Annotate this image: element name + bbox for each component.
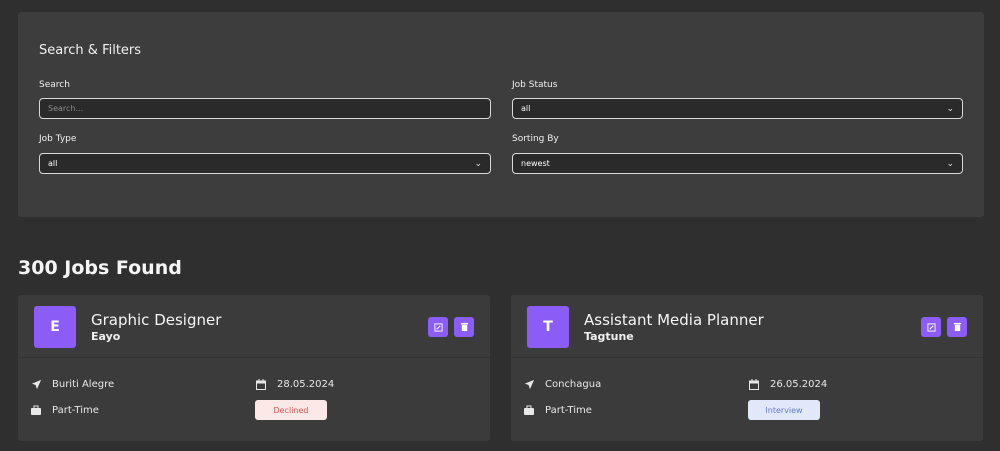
chevron-down-icon: ⌄ (946, 158, 954, 169)
job-company: Eayo (91, 330, 121, 343)
search-label: Search (39, 80, 70, 90)
chevron-down-icon: ⌄ (474, 158, 482, 169)
job-date: 28.05.2024 (255, 378, 334, 390)
location-text: Buriti Alegre (52, 378, 115, 390)
calendar-icon (255, 378, 267, 390)
job-company: Tagtune (584, 330, 634, 343)
job-type-text: Part-Time (545, 404, 592, 416)
job-status-value: all (521, 104, 531, 113)
briefcase-icon (523, 404, 535, 416)
job-status-select[interactable]: all ⌄ (512, 98, 963, 119)
job-date: 26.05.2024 (748, 378, 827, 390)
job-type: Part-Time (30, 404, 99, 416)
job-location: Conchagua (523, 378, 601, 390)
location-text: Conchagua (545, 378, 602, 390)
status-badge: Declined (255, 400, 327, 420)
edit-icon (926, 322, 936, 332)
location-arrow-icon (523, 378, 535, 390)
edit-button[interactable] (921, 317, 941, 337)
job-type-value: all (48, 159, 58, 168)
job-type: Part-Time (523, 404, 592, 416)
trash-icon (953, 322, 961, 332)
job-card: E Graphic Designer Eayo Buriti Alegre Pa… (18, 295, 490, 441)
sorting-select[interactable]: newest ⌄ (512, 153, 963, 174)
location-arrow-icon (30, 378, 42, 390)
calendar-icon (748, 378, 760, 390)
job-location: Buriti Alegre (30, 378, 114, 390)
jobs-found-heading: 300 Jobs Found (18, 257, 182, 279)
sorting-label: Sorting By (512, 134, 559, 144)
job-type-text: Part-Time (52, 404, 99, 416)
date-text: 26.05.2024 (770, 378, 828, 390)
search-placeholder: Search... (48, 104, 84, 113)
job-card: T Assistant Media Planner Tagtune Concha… (511, 295, 983, 441)
company-avatar: T (527, 306, 569, 348)
date-text: 28.05.2024 (277, 378, 335, 390)
filters-title: Search & Filters (39, 43, 142, 58)
job-position: Assistant Media Planner (584, 311, 764, 329)
chevron-down-icon: ⌄ (946, 103, 954, 114)
sorting-value: newest (521, 159, 550, 168)
job-card-header: T Assistant Media Planner Tagtune (511, 295, 983, 358)
search-filters-panel: Search & Filters Search Search... Job St… (18, 12, 984, 217)
job-card-header: E Graphic Designer Eayo (18, 295, 490, 358)
edit-button[interactable] (428, 317, 448, 337)
job-type-label: Job Type (39, 134, 77, 144)
job-position: Graphic Designer (91, 311, 222, 329)
status-badge: Interview (748, 400, 820, 420)
company-avatar: E (34, 306, 76, 348)
job-status-label: Job Status (512, 80, 558, 90)
job-type-select[interactable]: all ⌄ (39, 153, 491, 174)
delete-button[interactable] (947, 317, 967, 337)
briefcase-icon (30, 404, 42, 416)
search-input[interactable]: Search... (39, 98, 491, 119)
trash-icon (460, 322, 468, 332)
edit-icon (433, 322, 443, 332)
delete-button[interactable] (454, 317, 474, 337)
